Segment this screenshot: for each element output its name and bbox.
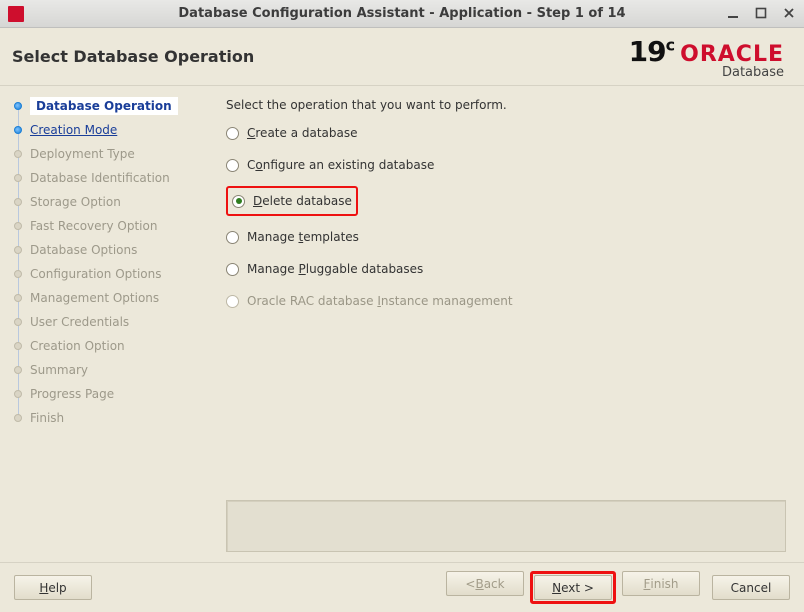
finish-button: Finish <box>622 571 700 596</box>
step-3: Deployment Type <box>8 142 208 166</box>
wizard-body: Database Operation Creation Mode Deploymen… <box>0 86 804 562</box>
description-box <box>226 500 786 552</box>
highlight-annotation: Delete database <box>226 186 358 216</box>
step-label: Storage Option <box>30 195 121 209</box>
radio-icon <box>226 159 239 172</box>
step-5: Storage Option <box>8 190 208 214</box>
step-13: Progress Page <box>8 382 208 406</box>
maximize-button[interactable] <box>752 4 770 22</box>
radio-icon <box>226 295 239 308</box>
step-label: Deployment Type <box>30 147 135 161</box>
option-label: Delete database <box>253 194 352 208</box>
step-dot-icon <box>14 150 22 158</box>
oracle-brand: 19c ORACLE Database <box>629 35 784 79</box>
step-dot-icon <box>14 222 22 230</box>
step-12: Summary <box>8 358 208 382</box>
step-label: Creation Option <box>30 339 125 353</box>
wizard-header: Select Database Operation 19c ORACLE Dat… <box>0 28 804 86</box>
step-dot-icon <box>14 246 22 254</box>
step-10: User Credentials <box>8 310 208 334</box>
step-dot-icon <box>14 102 22 110</box>
step-label: User Credentials <box>30 315 129 329</box>
operation-option-2[interactable]: Configure an existing database <box>226 154 434 176</box>
step-7: Database Options <box>8 238 208 262</box>
option-label: Manage Pluggable databases <box>247 262 423 276</box>
step-label: Creation Mode <box>30 123 117 137</box>
step-dot-icon <box>14 366 22 374</box>
radio-icon <box>226 231 239 244</box>
step-dot-icon <box>14 414 22 422</box>
next-button[interactable]: Next > <box>534 575 612 600</box>
brand-sub: Database <box>680 66 784 79</box>
step-label: Configuration Options <box>30 267 162 281</box>
step-label: Management Options <box>30 291 159 305</box>
brand-name: ORACLE <box>680 44 784 66</box>
option-label: Create a database <box>247 126 358 140</box>
step-label: Database Identification <box>30 171 170 185</box>
step-dot-icon <box>14 390 22 398</box>
radio-icon <box>226 263 239 276</box>
operation-option-5[interactable]: Manage Pluggable databases <box>226 258 423 280</box>
page-title: Select Database Operation <box>12 47 254 66</box>
operation-option-6: Oracle RAC database Instance management <box>226 290 513 312</box>
help-button[interactable]: Help <box>14 575 92 600</box>
step-dot-icon <box>14 198 22 206</box>
step-2[interactable]: Creation Mode <box>8 118 208 142</box>
step-label: Database Options <box>30 243 137 257</box>
option-label: Configure an existing database <box>247 158 434 172</box>
app-icon <box>8 6 24 22</box>
step-14: Finish <box>8 406 208 430</box>
operation-option-4[interactable]: Manage templates <box>226 226 359 248</box>
instruction-text: Select the operation that you want to pe… <box>226 98 786 112</box>
cancel-button[interactable]: Cancel <box>712 575 790 600</box>
step-dot-icon <box>14 318 22 326</box>
wizard-footer: Help < Back Next > Finish Cancel <box>0 562 804 612</box>
step-4: Database Identification <box>8 166 208 190</box>
window-title: Database Configuration Assistant - Appli… <box>0 6 804 21</box>
operation-option-1[interactable]: Create a database <box>226 122 358 144</box>
back-button: < Back <box>446 571 524 596</box>
step-label: Summary <box>30 363 88 377</box>
step-sidebar: Database Operation Creation Mode Deploymen… <box>0 86 208 562</box>
step-dot-icon <box>14 270 22 278</box>
option-label: Manage templates <box>247 230 359 244</box>
radio-icon <box>226 127 239 140</box>
close-button[interactable] <box>780 4 798 22</box>
step-label: Fast Recovery Option <box>30 219 157 233</box>
step-1[interactable]: Database Operation <box>8 94 208 118</box>
step-dot-icon <box>14 174 22 182</box>
radio-icon <box>232 195 245 208</box>
option-label: Oracle RAC database Instance management <box>247 294 513 308</box>
step-9: Management Options <box>8 286 208 310</box>
step-6: Fast Recovery Option <box>8 214 208 238</box>
minimize-button[interactable] <box>724 4 742 22</box>
version-label: 19c <box>629 35 674 68</box>
highlight-annotation: Next > <box>530 571 616 604</box>
step-label: Progress Page <box>30 387 114 401</box>
step-label: Finish <box>30 411 64 425</box>
step-dot-icon <box>14 294 22 302</box>
step-label: Database Operation <box>30 97 178 115</box>
step-11: Creation Option <box>8 334 208 358</box>
window-titlebar: Database Configuration Assistant - Appli… <box>0 0 804 28</box>
operation-option-3[interactable]: Delete database <box>232 190 352 212</box>
step-dot-icon <box>14 126 22 134</box>
step-8: Configuration Options <box>8 262 208 286</box>
content-pane: Select the operation that you want to pe… <box>208 86 804 562</box>
step-dot-icon <box>14 342 22 350</box>
